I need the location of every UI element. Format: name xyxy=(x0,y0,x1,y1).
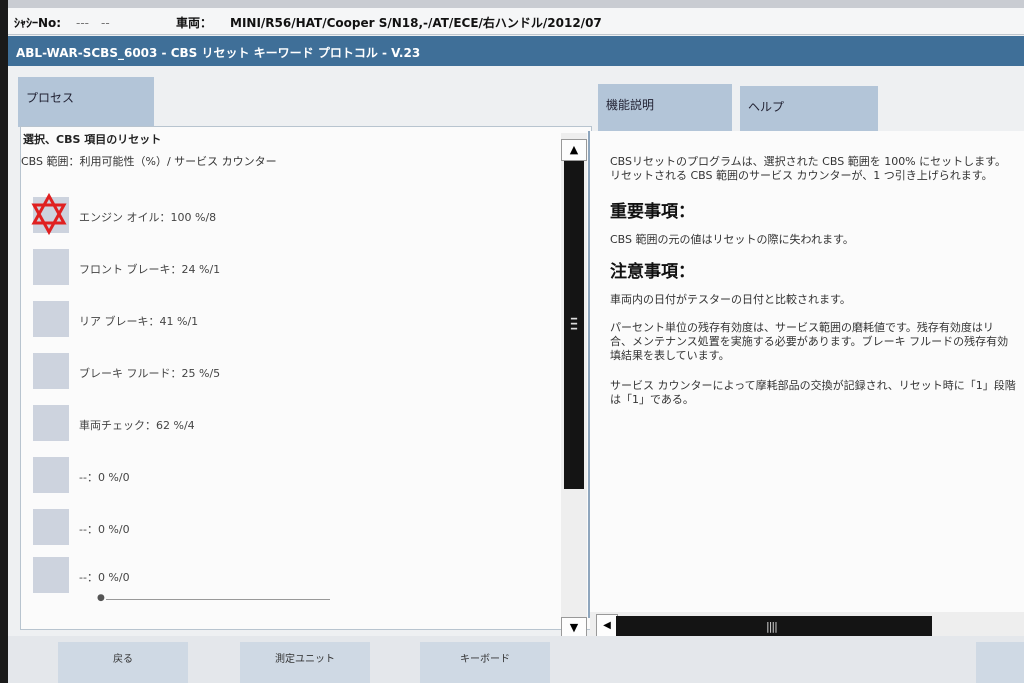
caution-text: 車両内の日付がテスターの日付と比較されます。 xyxy=(610,293,851,306)
important-heading: 重要事項： xyxy=(610,202,695,222)
intro-text-line1: CBSリセットのプログラムは、選択された CBS 範囲を 100% にセットしま… xyxy=(610,155,1007,168)
availability-text-line3: 填結果を表しています。 xyxy=(610,349,730,362)
counter-text-line2: は「1」である。 xyxy=(610,393,694,406)
scroll-thumb[interactable]: ━ ━ ━ xyxy=(564,161,584,489)
item-checkbox[interactable] xyxy=(33,249,69,285)
tab-function-description-label: 機能説明 xyxy=(606,98,655,112)
panel-subtitle: CBS 範囲：利用可能性（%）/ サービス カウンター xyxy=(21,155,277,168)
vertical-scrollbar[interactable]: ▲ ━ ━ ━ ▼ xyxy=(561,133,587,639)
availability-text-line2: 合、メンテナンス処置を実施する必要があります。ブレーキ フルードの残存有効 xyxy=(610,335,1009,348)
tab-help[interactable]: ヘルプ xyxy=(740,86,878,132)
item-label: --：0 %/0 xyxy=(79,471,130,484)
title-bar: ABL-WAR-SCBS_6003 - CBS リセット キーワード プロトコル… xyxy=(8,36,1024,66)
tab-process[interactable]: プロセス xyxy=(18,77,154,127)
counter-text-line1: サービス カウンターによって摩耗部品の交換が記録され、リセット時に「1」段階 xyxy=(610,379,1016,392)
top-strip xyxy=(8,0,1024,8)
item-checkbox[interactable] xyxy=(33,557,69,593)
item-checkbox[interactable] xyxy=(33,509,69,545)
footer-bar: 戻る 測定ユニット キーボード xyxy=(8,636,1024,683)
divider xyxy=(106,599,330,600)
item-label: --：0 %/0 xyxy=(79,571,130,584)
keyboard-button[interactable]: キーボード xyxy=(420,642,550,683)
horizontal-scroll-thumb[interactable]: |||| xyxy=(616,616,932,638)
app-window: ｼｬｼｰNo: ‐‐‐ ‐‐ 車両： MINI/R56/HAT/Cooper S… xyxy=(8,0,1024,683)
item-checkbox[interactable] xyxy=(33,457,69,493)
vehicle-value: MINI/R56/HAT/Cooper S/N18,-/AT/ECE/右ハンドル… xyxy=(230,16,602,30)
vehicle-info-bar: ｼｬｼｰNo: ‐‐‐ ‐‐ 車両： MINI/R56/HAT/Cooper S… xyxy=(8,8,1024,35)
star-of-david-icon xyxy=(31,193,67,236)
intro-text-line2: リセットされる CBS 範囲のサービス カウンターが、1 つ引き上げられます。 xyxy=(610,169,993,182)
triangle-up-icon: ▲ xyxy=(569,143,579,156)
tab-function-description[interactable]: 機能説明 xyxy=(598,84,732,132)
scroll-left-button[interactable]: ◀ xyxy=(596,614,618,638)
scroll-up-button[interactable]: ▲ xyxy=(561,139,587,161)
description-panel: CBSリセットのプログラムは、選択された CBS 範囲を 100% にセットしま… xyxy=(588,131,1024,618)
back-button[interactable]: 戻る xyxy=(58,642,188,683)
item-label: 車両チェック：62 %/4 xyxy=(79,419,195,432)
grip-lines-icon: |||| xyxy=(766,620,778,633)
footer-right-button[interactable] xyxy=(976,642,1024,683)
item-checkbox[interactable] xyxy=(33,301,69,337)
chassis-value: ‐‐‐ ‐‐ xyxy=(76,16,110,30)
item-label: フロント ブレーキ：24 %/1 xyxy=(79,263,221,276)
tab-help-label: ヘルプ xyxy=(748,100,785,114)
panel-title: 選択、CBS 項目のリセット xyxy=(23,133,162,146)
tab-process-label: プロセス xyxy=(26,91,75,105)
measure-unit-button[interactable]: 測定ユニット xyxy=(240,642,370,683)
item-label: ブレーキ フルード：25 %/5 xyxy=(79,367,221,380)
important-text: CBS 範囲の元の値はリセットの際に失われます。 xyxy=(610,233,854,246)
item-label: リア ブレーキ：41 %/1 xyxy=(79,315,199,328)
availability-text-line1: パーセント単位の残存有効度は、サービス範囲の磨耗値です。残存有効度はリ xyxy=(610,321,994,334)
vehicle-label: 車両： xyxy=(176,16,213,30)
bullet-dot: ● xyxy=(97,593,105,603)
window-title: ABL-WAR-SCBS_6003 - CBS リセット キーワード プロトコル… xyxy=(16,46,421,60)
item-checkbox[interactable] xyxy=(33,405,69,441)
cbs-item-panel: 選択、CBS 項目のリセット CBS 範囲：利用可能性（%）/ サービス カウン… xyxy=(20,126,592,639)
chassis-label: ｼｬｼｰNo: xyxy=(14,16,62,30)
triangle-left-icon: ◀ xyxy=(603,620,611,631)
item-checkbox[interactable] xyxy=(33,353,69,389)
item-label: エンジン オイル：100 %/8 xyxy=(79,211,217,224)
grip-lines-icon: ━ ━ ━ xyxy=(570,314,578,335)
item-label: --：0 %/0 xyxy=(79,523,130,536)
triangle-down-icon: ▼ xyxy=(569,621,579,634)
caution-heading: 注意事項： xyxy=(610,262,695,282)
